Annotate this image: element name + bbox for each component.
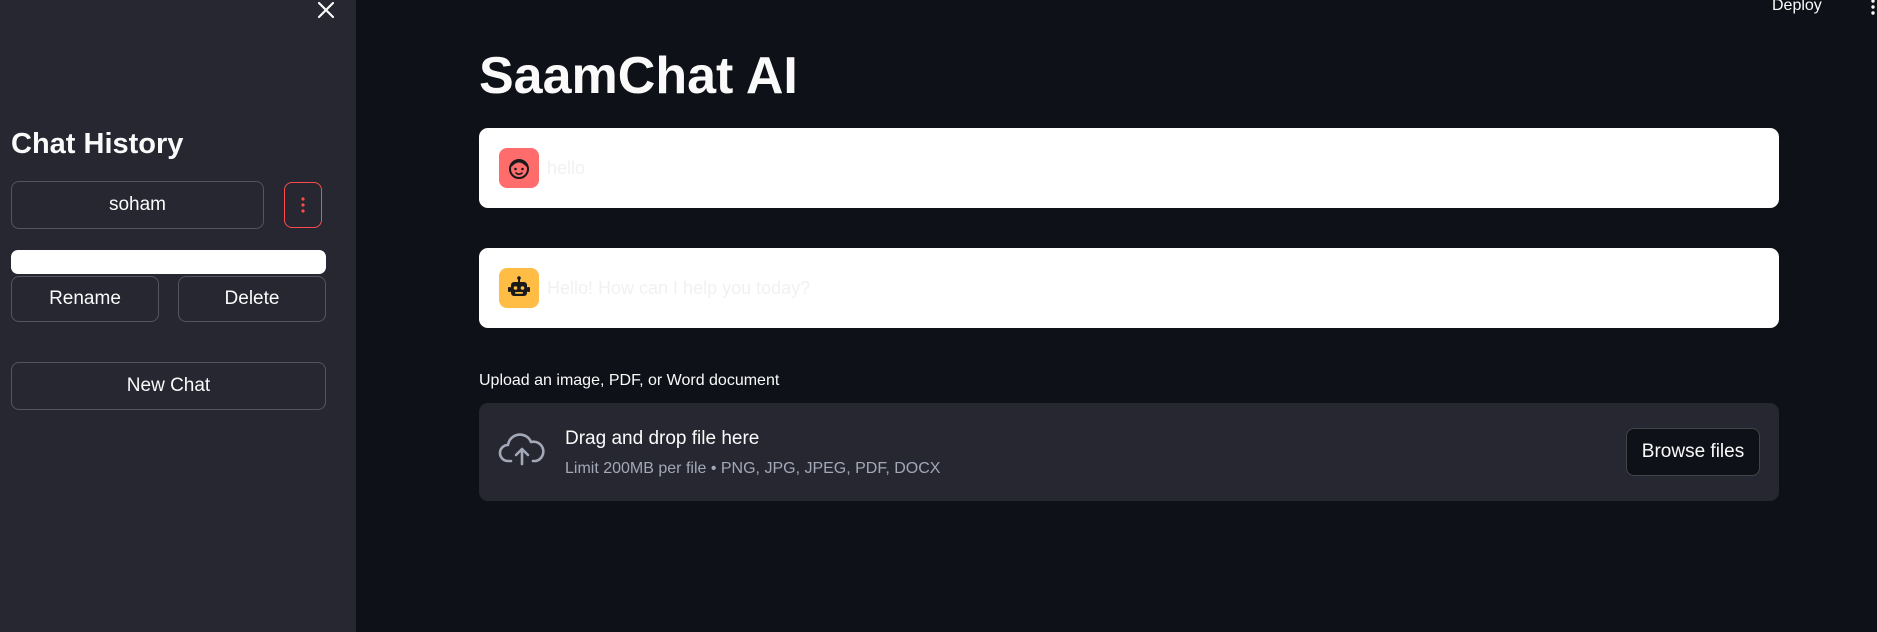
upload-label: Upload an image, PDF, or Word document [479, 372, 780, 389]
rename-button[interactable]: Rename [11, 276, 159, 322]
dropzone-title: Drag and drop file here [565, 428, 760, 449]
sidebar: Chat History soham Rename Delete New Cha… [0, 0, 356, 632]
chat-options-button[interactable] [284, 182, 322, 228]
page-title: SaamChat AI [479, 47, 798, 105]
main-menu-icon[interactable] [1864, 0, 1877, 18]
chat-message-text: hello [547, 158, 586, 178]
deploy-button[interactable]: Deploy [1772, 0, 1822, 15]
chat-history-item[interactable]: soham [11, 181, 264, 229]
dropzone-limit-text: Limit 200MB per file • PNG, JPG, JPEG, P… [565, 460, 941, 477]
user-face-icon [499, 148, 539, 188]
delete-button[interactable]: Delete [178, 276, 326, 322]
cloud-upload-icon [498, 433, 545, 466]
chat-message-user: hello [479, 128, 1779, 208]
close-icon[interactable] [313, 0, 339, 22]
chat-message-text: Hello! How can I help you today? [547, 278, 811, 298]
robot-icon [499, 268, 539, 308]
chat-message-assistant: Hello! How can I help you today? [479, 248, 1779, 328]
browse-files-button[interactable]: Browse files [1626, 428, 1760, 476]
rename-input[interactable] [11, 250, 326, 274]
sidebar-title: Chat History [11, 128, 184, 160]
file-dropzone[interactable]: Drag and drop file here Limit 200MB per … [479, 403, 1779, 501]
new-chat-button[interactable]: New Chat [11, 362, 326, 410]
more-vertical-icon [301, 197, 305, 213]
